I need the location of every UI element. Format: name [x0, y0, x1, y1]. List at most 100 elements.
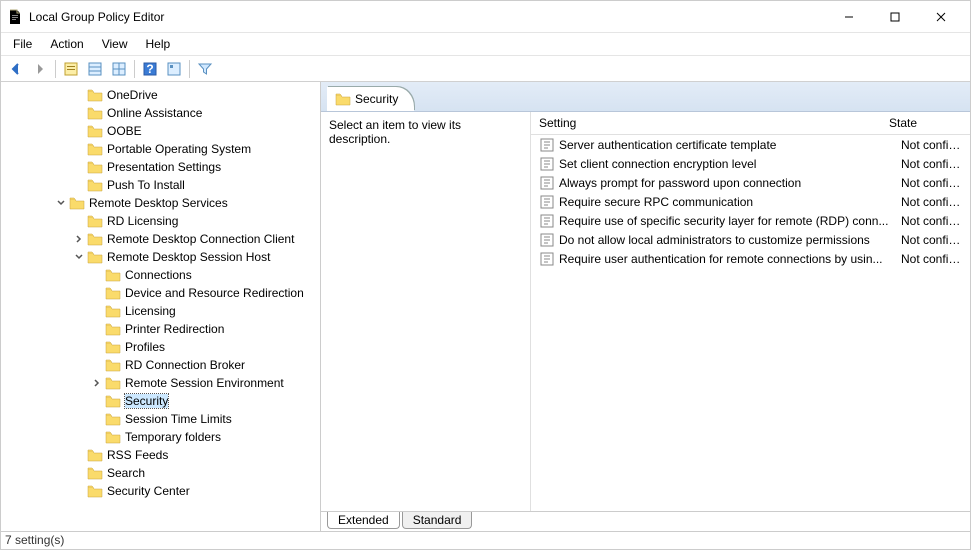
tree-pane[interactable]: OneDrive Online Assistance OOBE Portable Op… — [1, 82, 321, 531]
detail-header: Security — [321, 82, 970, 112]
menu-action[interactable]: Action — [42, 35, 91, 53]
column-header-state[interactable]: State — [881, 112, 961, 134]
tree-item[interactable]: RD Connection Broker — [1, 356, 320, 374]
tree-item[interactable]: Remote Desktop Services — [1, 194, 320, 212]
tree-item[interactable]: Printer Redirection — [1, 320, 320, 338]
chevron-down-icon[interactable] — [73, 251, 85, 263]
setting-label: Always prompt for password upon connecti… — [559, 176, 901, 190]
tree-item[interactable]: Remote Session Environment — [1, 374, 320, 392]
tab-standard[interactable]: Standard — [402, 512, 473, 529]
setting-state: Not configured — [901, 157, 962, 171]
minimize-button[interactable] — [826, 2, 872, 32]
content-split: OneDrive Online Assistance OOBE Portable Op… — [1, 82, 970, 531]
options-button[interactable] — [163, 58, 185, 80]
tab-extended[interactable]: Extended — [327, 512, 400, 529]
tree-item-label: OOBE — [107, 124, 142, 138]
tree-item-label: Device and Resource Redirection — [125, 286, 304, 300]
setting-label: Do not allow local administrators to cus… — [559, 233, 901, 247]
tree-item[interactable]: Portable Operating System — [1, 140, 320, 158]
tree-item-label: Portable Operating System — [107, 142, 251, 156]
tree-item[interactable]: Licensing — [1, 302, 320, 320]
tree-item[interactable]: Security — [1, 392, 320, 410]
tree-item-label: Session Time Limits — [125, 412, 232, 426]
toolbar: ? — [1, 56, 970, 82]
tree-item-label: Online Assistance — [107, 106, 202, 120]
tree-item[interactable]: Online Assistance — [1, 104, 320, 122]
properties-button[interactable] — [60, 58, 82, 80]
chevron-right-icon[interactable] — [91, 377, 103, 389]
view-tabs: Extended Standard — [321, 511, 970, 531]
tree-item-label: Remote Session Environment — [125, 376, 284, 390]
setting-state: Not configured — [901, 214, 962, 228]
titlebar: Local Group Policy Editor — [1, 1, 970, 33]
chevron-right-icon[interactable] — [73, 233, 85, 245]
settings-list[interactable]: Setting State Server authentication cert… — [531, 112, 970, 511]
setting-state: Not configured — [901, 176, 962, 190]
tree-item[interactable]: Temporary folders — [1, 428, 320, 446]
help-button[interactable]: ? — [139, 58, 161, 80]
list-header: Setting State — [531, 112, 970, 135]
tree-item-label: Security — [125, 394, 168, 408]
setting-label: Set client connection encryption level — [559, 157, 901, 171]
tree-item[interactable]: OOBE — [1, 122, 320, 140]
back-button[interactable] — [5, 58, 27, 80]
tree-item-label: RSS Feeds — [107, 448, 168, 462]
tree-item[interactable]: RD Licensing — [1, 212, 320, 230]
menu-view[interactable]: View — [94, 35, 136, 53]
menu-help[interactable]: Help — [138, 35, 179, 53]
tree-item[interactable]: Presentation Settings — [1, 158, 320, 176]
filter-button[interactable] — [194, 58, 216, 80]
tree-item[interactable]: OneDrive — [1, 86, 320, 104]
setting-label: Require use of specific security layer f… — [559, 214, 901, 228]
tree-item[interactable]: Session Time Limits — [1, 410, 320, 428]
tree-item[interactable]: Remote Desktop Session Host — [1, 248, 320, 266]
close-button[interactable] — [918, 2, 964, 32]
description-text: Select an item to view its description. — [329, 118, 461, 146]
tree-item-label: RD Connection Broker — [125, 358, 245, 372]
policy-tree: OneDrive Online Assistance OOBE Portable Op… — [1, 82, 320, 508]
setting-row[interactable]: Server authentication certificate templa… — [531, 135, 970, 154]
tree-item[interactable]: Profiles — [1, 338, 320, 356]
tree-item-label: RD Licensing — [107, 214, 178, 228]
detail-view-button[interactable] — [108, 58, 130, 80]
app-window: Local Group Policy Editor File Action Vi… — [0, 0, 971, 550]
setting-state: Not configured — [901, 138, 962, 152]
setting-state: Not configured — [901, 233, 962, 247]
tree-item[interactable]: Push To Install — [1, 176, 320, 194]
maximize-button[interactable] — [872, 2, 918, 32]
setting-row[interactable]: Require user authentication for remote c… — [531, 249, 970, 268]
tree-item-label: Temporary folders — [125, 430, 221, 444]
menu-file[interactable]: File — [5, 35, 40, 53]
tree-item-label: Licensing — [125, 304, 176, 318]
tree-item[interactable]: Remote Desktop Connection Client — [1, 230, 320, 248]
toolbar-separator — [134, 60, 135, 78]
detail-folder-tab: Security — [327, 87, 414, 111]
setting-row[interactable]: Set client connection encryption levelNo… — [531, 154, 970, 173]
tree-item-label: Remote Desktop Connection Client — [107, 232, 294, 246]
tree-item-label: Remote Desktop Session Host — [107, 250, 270, 264]
tree-item[interactable]: Connections — [1, 266, 320, 284]
status-text: 7 setting(s) — [5, 533, 64, 547]
tree-item[interactable]: RSS Feeds — [1, 446, 320, 464]
tree-item[interactable]: Search — [1, 464, 320, 482]
tree-item-label: Search — [107, 466, 145, 480]
setting-label: Require user authentication for remote c… — [559, 252, 901, 266]
tree-item-label: Remote Desktop Services — [89, 196, 228, 210]
column-header-setting[interactable]: Setting — [531, 112, 881, 134]
setting-row[interactable]: Require use of specific security layer f… — [531, 211, 970, 230]
setting-label: Require secure RPC communication — [559, 195, 901, 209]
setting-row[interactable]: Do not allow local administrators to cus… — [531, 230, 970, 249]
svg-text:?: ? — [146, 62, 153, 76]
tree-item-label: OneDrive — [107, 88, 158, 102]
setting-row[interactable]: Always prompt for password upon connecti… — [531, 173, 970, 192]
statusbar: 7 setting(s) — [1, 531, 970, 549]
setting-row[interactable]: Require secure RPC communicationNot conf… — [531, 192, 970, 211]
detail-body: Select an item to view its description. … — [321, 112, 970, 511]
chevron-down-icon[interactable] — [55, 197, 67, 209]
setting-state: Not configured — [901, 195, 962, 209]
tree-item[interactable]: Security Center — [1, 482, 320, 500]
tree-item[interactable]: Device and Resource Redirection — [1, 284, 320, 302]
list-view-button[interactable] — [84, 58, 106, 80]
detail-pane: Security Select an item to view its desc… — [321, 82, 970, 531]
forward-button[interactable] — [29, 58, 51, 80]
